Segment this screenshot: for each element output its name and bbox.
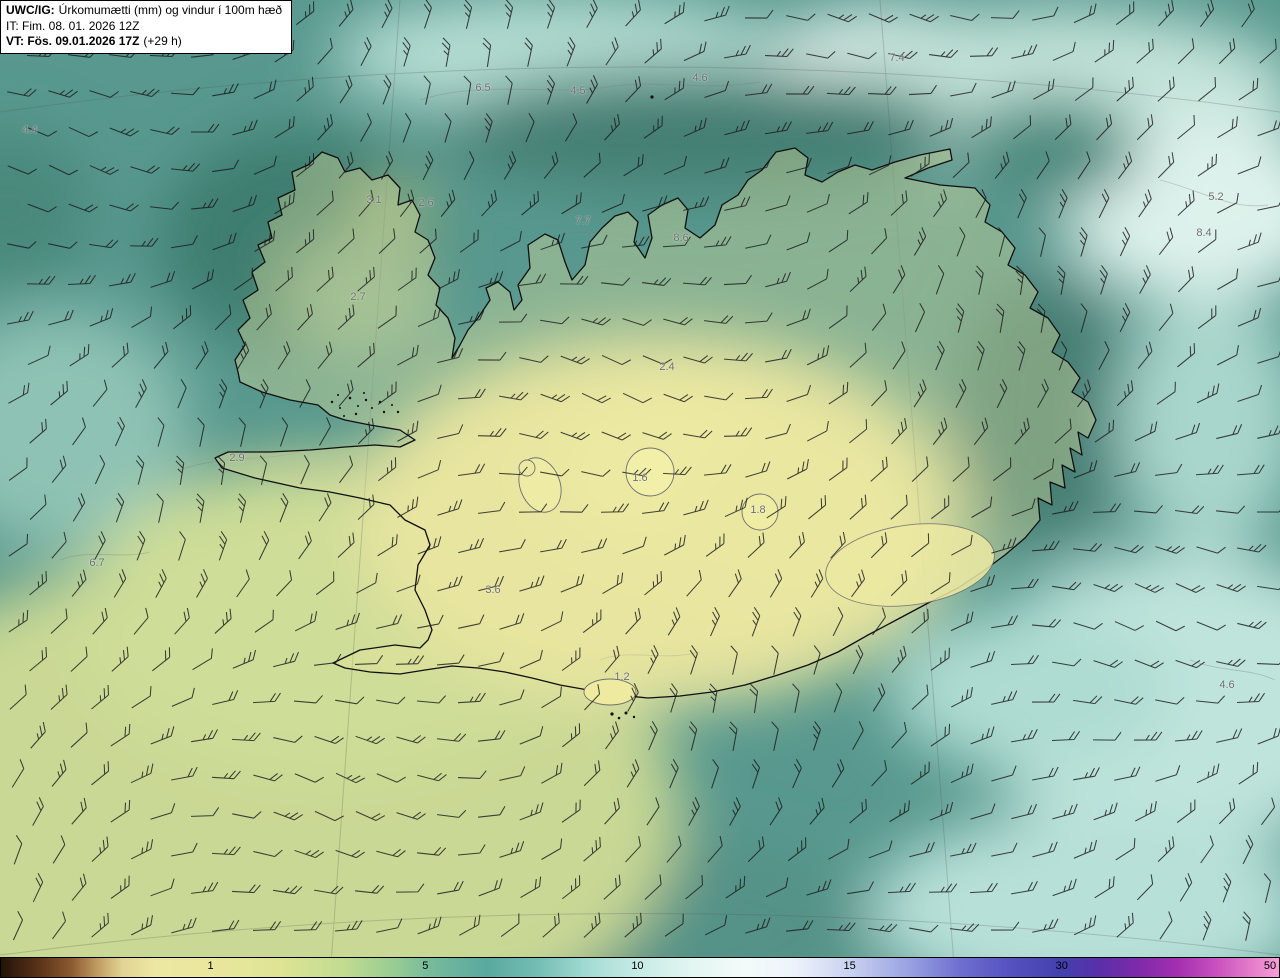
valid-offset: (+29 h) <box>143 34 182 49</box>
product-title-line: UWC/IG: Úrkomumætti (mm) og vindur í 100m… <box>6 3 282 19</box>
colorbar-ticks: 1 5 10 15 30 50 <box>1 958 1279 977</box>
colorbar-tick: 5 <box>422 960 429 972</box>
colorbar-tick: 1 <box>207 960 214 972</box>
colorbar-tick: 30 <box>1055 960 1068 972</box>
product-title: Úrkomumætti (mm) og vindur í 100m hæð <box>58 3 283 17</box>
valid-time-line: VT: Fös. 09.01.2026 17Z (+29 h) <box>6 34 282 50</box>
weather-map: 4.4 6.5 4.5 4.6 7.4 5.2 8.4 3.1 2.6 7.7 8.6 2.7 2.4 2… <box>0 0 1280 978</box>
map-canvas <box>0 0 1280 978</box>
model-name: UWC/IG: <box>6 3 55 17</box>
colorbar-tick: 15 <box>843 960 856 972</box>
init-time-line: IT: Fim. 08. 01. 2026 12Z <box>6 18 140 33</box>
colorbar: 1 5 10 15 30 50 <box>0 957 1280 978</box>
colorbar-tick: 10 <box>631 960 644 972</box>
colorbar-tick: 50 <box>1263 960 1277 972</box>
valid-time: VT: Fös. 09.01.2026 17Z <box>6 34 140 49</box>
map-title-box: UWC/IG: Úrkomumætti (mm) og vindur í 100m… <box>0 0 293 54</box>
